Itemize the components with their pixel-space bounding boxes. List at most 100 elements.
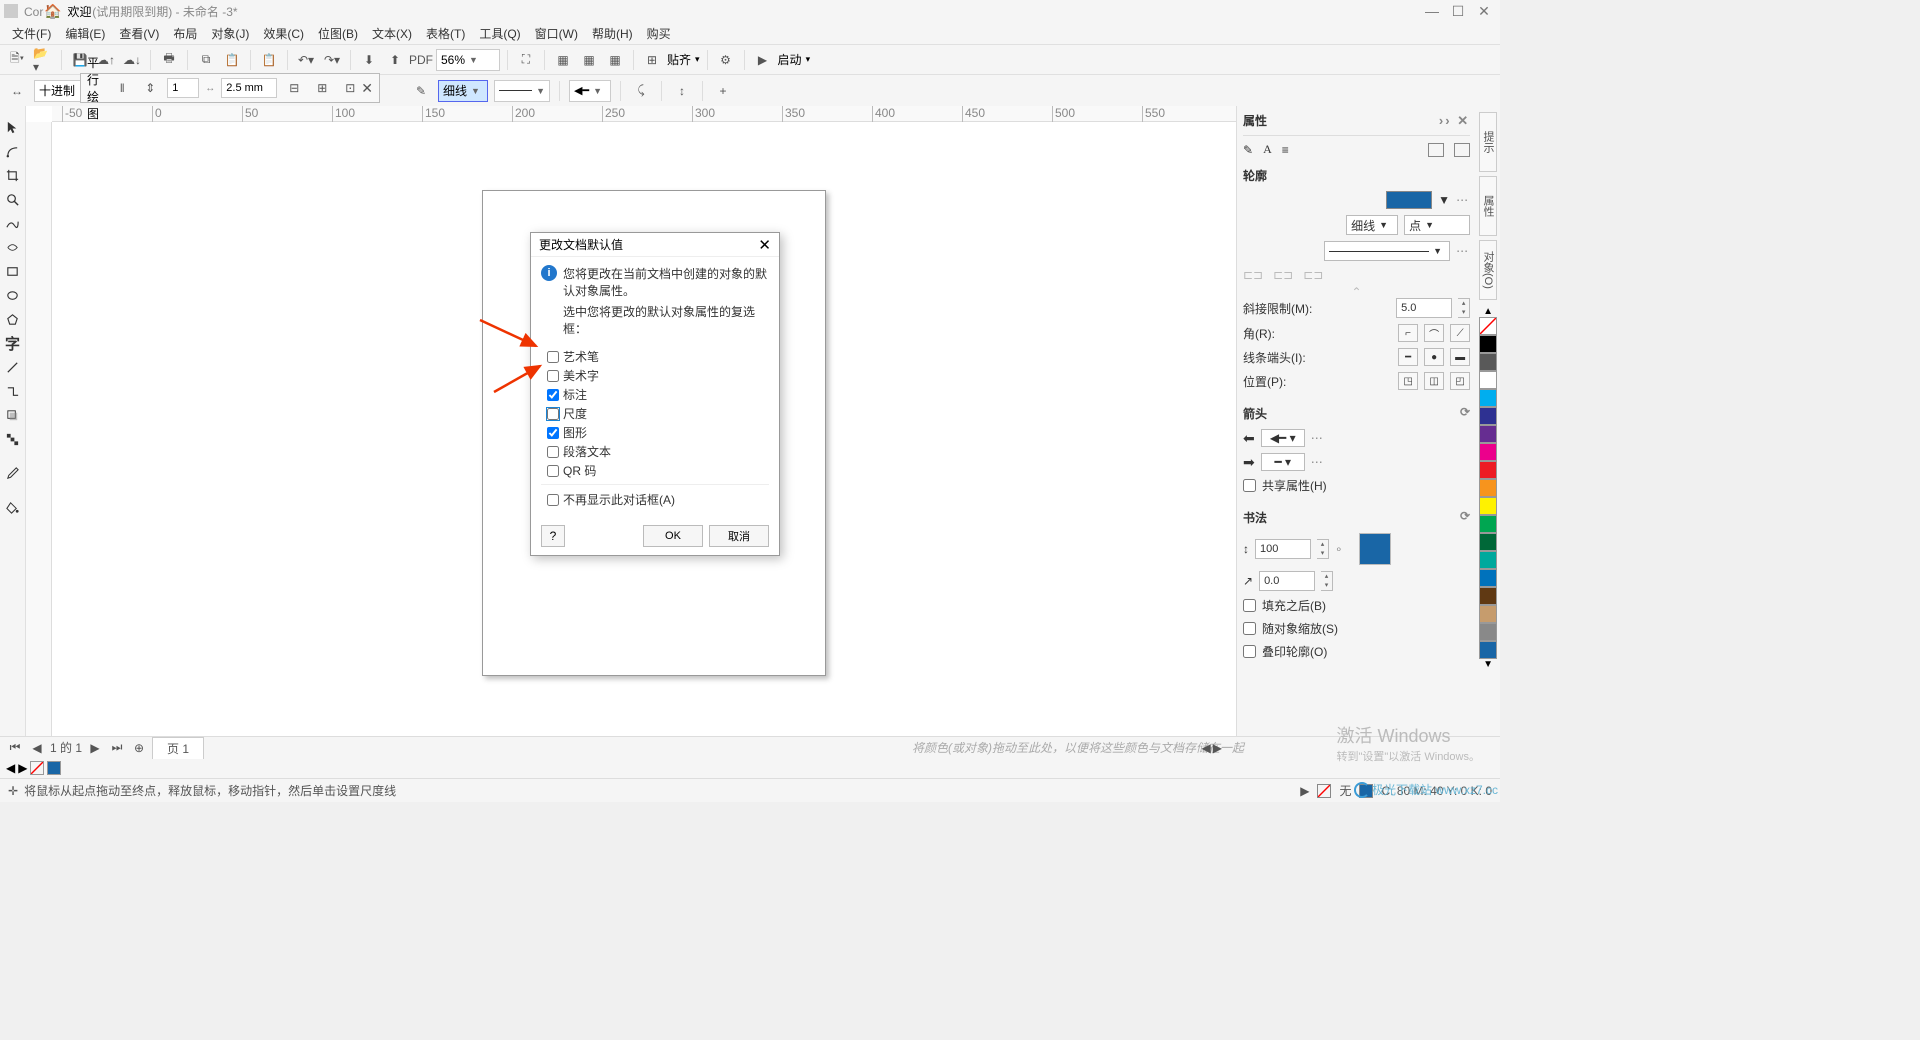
menu-edit[interactable]: 编辑(E): [59, 23, 111, 44]
crop-tool[interactable]: [2, 164, 24, 186]
cap-ext[interactable]: ▬: [1450, 348, 1470, 366]
print-button[interactable]: 🖶: [158, 49, 180, 71]
parallel-gap-input[interactable]: [221, 78, 277, 98]
behind-fill-check[interactable]: [1243, 599, 1256, 612]
outline-unit-select[interactable]: 点▼: [1404, 215, 1470, 235]
ok-button[interactable]: OK: [643, 525, 703, 547]
options-button[interactable]: ⚙: [715, 49, 737, 71]
color-swatch[interactable]: [1479, 587, 1497, 605]
overprint-check[interactable]: [1243, 645, 1256, 658]
parallel-btn-4[interactable]: ⊞: [311, 77, 333, 99]
clipboard-button[interactable]: 📋: [258, 49, 280, 71]
color-swatch[interactable]: [1479, 623, 1497, 641]
artistic-media-tool[interactable]: [2, 236, 24, 258]
ellipse-tool[interactable]: [2, 284, 24, 306]
properties-tab[interactable]: 属性: [1479, 176, 1497, 236]
dimension-style-icon[interactable]: ↔: [6, 80, 28, 102]
home-icon[interactable]: 🏠: [44, 3, 61, 20]
arrowhead-dropdown[interactable]: ◀━▼: [569, 80, 611, 102]
miter-limit-input[interactable]: 5.0: [1396, 298, 1452, 318]
open-button[interactable]: 📂▾: [32, 49, 54, 71]
snap-icon[interactable]: ⊞: [641, 49, 663, 71]
guidelines-button[interactable]: ▦: [604, 49, 626, 71]
grid-button[interactable]: ▦: [578, 49, 600, 71]
line-style-select[interactable]: ▼: [1324, 241, 1450, 261]
snap-label[interactable]: 贴齐: [667, 51, 691, 68]
outline-color-swatch[interactable]: [1386, 191, 1432, 209]
corner-miter[interactable]: ⌐: [1398, 324, 1418, 342]
scroll-left[interactable]: ◀: [1202, 741, 1211, 755]
page-1-tab[interactable]: 页 1: [152, 737, 204, 759]
color-swatch[interactable]: [1479, 641, 1497, 659]
share-attr-check[interactable]: [1243, 479, 1256, 492]
frame-btn-1[interactable]: [1428, 143, 1444, 157]
outline-width-select[interactable]: 细线▼: [1346, 215, 1398, 235]
cap-flat[interactable]: ━: [1398, 348, 1418, 366]
check-dimension[interactable]: [547, 408, 559, 420]
calli-stretch-input[interactable]: 100: [1255, 539, 1311, 559]
drop-shadow-tool[interactable]: [2, 404, 24, 426]
color-swatch[interactable]: [1479, 425, 1497, 443]
menu-effects[interactable]: 效果(C): [257, 23, 310, 44]
parallel-btn-1[interactable]: ‖: [111, 77, 133, 99]
frame-btn-2[interactable]: [1454, 143, 1470, 157]
transparency-tool[interactable]: [2, 428, 24, 450]
calli-angle-input[interactable]: 0.0: [1259, 571, 1315, 591]
color-swatch[interactable]: [1479, 479, 1497, 497]
line-style-more[interactable]: ⋯: [1456, 244, 1470, 258]
undo-button[interactable]: ↶▾: [295, 49, 317, 71]
freehand-tool[interactable]: [2, 212, 24, 234]
line-style-dropdown[interactable]: ▼: [494, 80, 550, 102]
corner-bevel[interactable]: ⟋: [1450, 324, 1470, 342]
end-arrow-select[interactable]: ━ ▾: [1261, 453, 1305, 471]
dash-opt-1[interactable]: ⊏⊐: [1243, 268, 1263, 282]
palette-next[interactable]: ▶: [18, 761, 27, 775]
end-arrow-more[interactable]: ⋯: [1311, 455, 1325, 469]
paste-button[interactable]: 📋: [221, 49, 243, 71]
scroll-right[interactable]: ▶: [1213, 741, 1222, 755]
no-color-swatch[interactable]: [1479, 317, 1497, 335]
pick-tool[interactable]: [2, 116, 24, 138]
no-fill-swatch[interactable]: [30, 761, 44, 775]
parallel-btn-2[interactable]: ⇕: [139, 77, 161, 99]
rectangle-tool[interactable]: [2, 260, 24, 282]
close-button[interactable]: ✕: [1472, 2, 1496, 20]
start-arrow-more[interactable]: ⋯: [1311, 431, 1325, 445]
pos-inside[interactable]: ◰: [1450, 372, 1470, 390]
parallel-count-input[interactable]: [167, 78, 199, 98]
check-graphic[interactable]: [547, 427, 559, 439]
check-qr-code[interactable]: [547, 465, 559, 477]
outline-width-dropdown[interactable]: 细线▼: [438, 80, 488, 102]
outline-tab-icon[interactable]: ✎: [1243, 143, 1253, 157]
zoom-tool[interactable]: [2, 188, 24, 210]
menu-window[interactable]: 窗口(W): [529, 23, 584, 44]
zoom-dropdown[interactable]: 56%▼: [436, 49, 500, 71]
color-swatch[interactable]: [1479, 533, 1497, 551]
start-arrow-select[interactable]: ◀━ ▾: [1261, 429, 1305, 447]
new-button[interactable]: 🗎▾: [6, 49, 28, 71]
check-dont-show[interactable]: [547, 494, 559, 506]
color-swatch[interactable]: [1479, 515, 1497, 533]
parallel-btn-5[interactable]: ⊡: [339, 77, 361, 99]
prev-page-button[interactable]: ◀: [28, 741, 46, 755]
connector-tool[interactable]: [2, 380, 24, 402]
menu-view[interactable]: 查看(V): [113, 23, 165, 44]
text-tool[interactable]: 字: [2, 332, 24, 354]
para-tab-icon[interactable]: ≡: [1282, 143, 1289, 157]
corner-round[interactable]: ⌒: [1424, 324, 1444, 342]
first-page-button[interactable]: ⏮: [6, 740, 24, 755]
menu-bitmap[interactable]: 位图(B): [312, 23, 364, 44]
cloud-down-icon[interactable]: ☁↓: [121, 49, 143, 71]
polygon-tool[interactable]: [2, 308, 24, 330]
cap-round[interactable]: ●: [1424, 348, 1444, 366]
objects-tab[interactable]: 对象(O): [1479, 240, 1497, 300]
dialog-close-button[interactable]: ✕: [758, 236, 771, 254]
menu-layout[interactable]: 布局: [167, 23, 203, 44]
next-page-button[interactable]: ▶: [86, 741, 104, 755]
hints-tab[interactable]: 提示: [1479, 112, 1497, 172]
color-swatch[interactable]: [1479, 551, 1497, 569]
menu-buy[interactable]: 购买: [641, 23, 677, 44]
color-swatch[interactable]: [1479, 443, 1497, 461]
check-paragraph-text[interactable]: [547, 446, 559, 458]
menu-text[interactable]: 文本(X): [366, 23, 418, 44]
